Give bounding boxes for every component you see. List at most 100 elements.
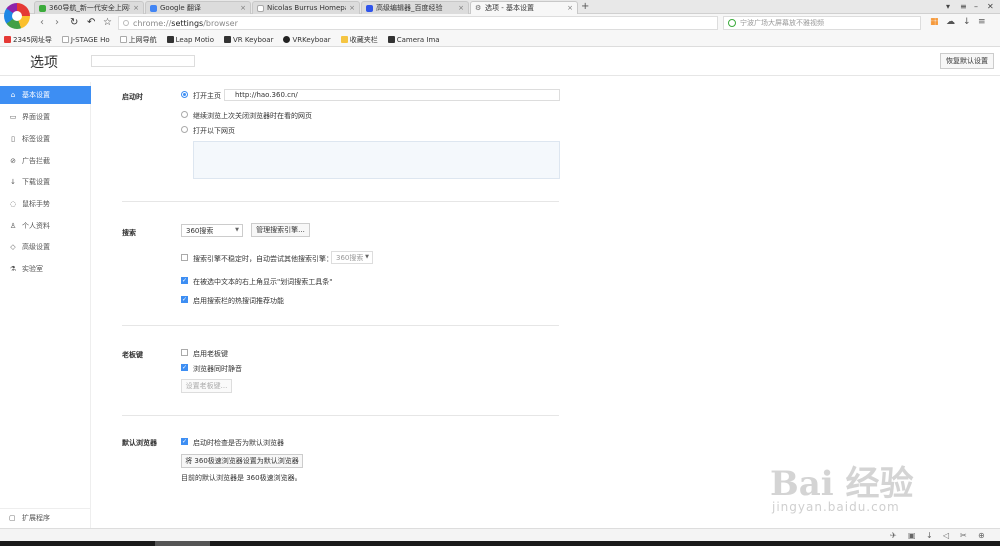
fallback-engine-select[interactable]: 360搜索 ▼ [331, 251, 373, 264]
tag-icon: ◇ [10, 243, 16, 251]
sidebar-item-advanced[interactable]: ◇ 高级设置 [0, 238, 91, 256]
home-icon: ⌂ [10, 91, 16, 99]
reload-icon[interactable]: ↻ [70, 17, 78, 29]
bosskey-mute-label: 浏览器同时静音 [193, 365, 242, 373]
sidebar-item-downloads[interactable]: ↓ 下载设置 [0, 173, 91, 191]
set-default-browser-button[interactable]: 将 360极速浏览器设置为默认浏览器 [181, 454, 303, 468]
startup-pages-label: 打开以下网页 [193, 127, 235, 135]
watermark-url: jingyan.baidu.com [772, 500, 900, 514]
watermark-brand: Bai 经验 [770, 464, 914, 504]
cloud-icon[interactable]: ☁ [946, 17, 955, 27]
startup-pages-radio[interactable] [181, 126, 188, 133]
browser-logo-icon[interactable] [4, 3, 30, 29]
sidebar-item-profile[interactable]: ♙ 个人资料 [0, 217, 91, 235]
bookmark-vr-keyboard[interactable]: VR Keyboar [223, 36, 273, 44]
startup-continue-label: 继续浏览上次关闭浏览器时在看的网页 [193, 112, 312, 120]
tab-google-translate[interactable]: Google 翻译 × [145, 1, 251, 14]
tab-close-icon[interactable]: × [349, 4, 355, 12]
puzzle-icon: ▢ [9, 514, 16, 522]
back-icon[interactable]: ‹ [40, 17, 44, 29]
taskbar-active-item[interactable] [155, 541, 210, 546]
minimize-icon[interactable]: – [974, 2, 978, 11]
search-engine-select[interactable]: 360搜索 ▼ [181, 224, 243, 237]
hot-search-checkbox[interactable]: ✓ [181, 296, 188, 303]
tab-baidu-jingyan-editor[interactable]: 高级编辑器_百度经验 × [361, 1, 469, 14]
close-window-icon[interactable]: ✕ [987, 2, 994, 11]
sidebar-item-interface[interactable]: ▭ 界面设置 [0, 108, 91, 126]
sidebar-item-extensions[interactable]: ▢ 扩展程序 [0, 508, 91, 526]
bosskey-enable-checkbox[interactable] [181, 349, 188, 356]
chevron-down-icon: ▼ [365, 254, 369, 260]
tab-close-icon[interactable]: × [567, 4, 573, 12]
tab-favicon-icon [39, 4, 46, 12]
bosskey-section-label: 老板键 [122, 351, 143, 359]
restore-defaults-button[interactable]: 恢复默认设置 [940, 53, 994, 69]
forward-icon[interactable]: › [55, 17, 59, 29]
tab-360-nav[interactable]: 360导航_新一代安全上网导航 × [34, 1, 144, 14]
bookmark-jstage[interactable]: J-STAGE Ho [61, 36, 110, 44]
search-fallback-checkbox[interactable] [181, 254, 188, 261]
menu-icon[interactable]: ≡ [960, 2, 967, 11]
tab-close-icon[interactable]: × [458, 4, 464, 12]
bookmark-nav[interactable]: 上网导航 [119, 35, 157, 45]
search-input[interactable]: 宁波广场大屏幕放不雅视频 [723, 16, 921, 30]
bookmark-camera-image[interactable]: Camera Ima [387, 36, 440, 44]
setup-bosskey-button[interactable]: 设置老板键... [181, 379, 232, 393]
settings-search-input[interactable] [91, 55, 195, 67]
chevron-down-icon: ▼ [235, 227, 239, 233]
shirt-skin-icon[interactable]: ▾ [946, 2, 950, 11]
download-status-icon[interactable]: ↓ [926, 531, 933, 540]
tab-icon: ▯ [11, 135, 15, 143]
leap-motion-icon [166, 36, 174, 43]
tab-favicon-icon [366, 4, 373, 12]
check-default-checkbox[interactable]: ✓ [181, 438, 188, 445]
star-icon[interactable]: ☆ [103, 17, 112, 29]
bosskey-enable-label: 启用老板键 [193, 350, 228, 358]
download-icon[interactable]: ↓ [963, 17, 971, 27]
tab-close-icon[interactable]: × [133, 4, 139, 12]
settings-sidebar: ⌂ 基本设置 ▭ 界面设置 ▯ 标签设置 ⊘ 广告拦截 ↓ 下载设置 ◌ 鼠标手… [0, 82, 91, 528]
download-icon: ↓ [10, 178, 16, 186]
speaker-icon[interactable]: ◁ [943, 531, 949, 540]
bosskey-mute-checkbox[interactable]: ✓ [181, 364, 188, 371]
apps-grid-icon[interactable]: ▦ [930, 17, 939, 27]
section-divider [122, 201, 559, 202]
main-menu-icon[interactable]: ≡ [978, 17, 986, 27]
tab-settings[interactable]: ⚙ 选项 - 基本设置 × [470, 1, 578, 14]
calendar-icon[interactable]: ▣ [908, 531, 916, 540]
manage-search-engines-button[interactable]: 管理搜索引擎... [251, 223, 310, 237]
tab-favicon-icon [150, 4, 157, 12]
zoom-icon[interactable]: ⊕ [978, 531, 985, 540]
sidebar-item-adblock[interactable]: ⊘ 广告拦截 [0, 152, 91, 170]
sidebar-item-basic[interactable]: ⌂ 基本设置 [0, 86, 91, 104]
page-icon [61, 36, 69, 43]
search-fallback-label: 搜索引擎不稳定时，自动尝试其他搜索引擎： [193, 255, 333, 263]
bookmark-leap-motion[interactable]: Leap Motio [166, 36, 214, 44]
screenshot-icon[interactable]: ✂ [960, 531, 967, 540]
tab-close-icon[interactable]: × [240, 4, 246, 12]
block-icon: ⊘ [10, 157, 16, 165]
address-bar[interactable]: chrome:// settings /browser [118, 16, 718, 30]
person-icon: ♙ [9, 222, 17, 230]
section-divider [122, 415, 559, 416]
startup-continue-radio[interactable] [181, 111, 188, 118]
bookmark-2345[interactable]: 2345网址导 [4, 35, 52, 45]
new-tab-button[interactable]: + [581, 1, 589, 12]
bookmark-vrkeyboard-github[interactable]: VRKeyboar [283, 36, 331, 44]
lab-icon: ⚗ [9, 265, 17, 273]
os-taskbar [0, 541, 1000, 546]
selection-toolbar-checkbox[interactable]: ✓ [181, 277, 188, 284]
sidebar-item-mouse-gestures[interactable]: ◌ 鼠标手势 [0, 195, 91, 213]
sidebar-item-lab[interactable]: ⚗ 实验室 [0, 260, 91, 278]
default-browser-section-label: 默认浏览器 [122, 439, 157, 447]
home-url-input[interactable]: http://hao.360.cn/ [224, 89, 560, 101]
folder-icon [340, 36, 348, 43]
startup-home-radio[interactable] [181, 91, 188, 98]
pin-icon[interactable]: ✈ [890, 531, 897, 540]
page-info-icon[interactable] [123, 20, 129, 26]
undo-icon[interactable]: ↶ [87, 17, 95, 29]
bookmark-favorites-folder[interactable]: 收藏夹栏 [340, 35, 378, 45]
tab-nicolas-burrus[interactable]: Nicolas Burrus Homepage × [252, 1, 360, 14]
sidebar-item-tabs[interactable]: ▯ 标签设置 [0, 130, 91, 148]
section-divider [122, 325, 559, 326]
